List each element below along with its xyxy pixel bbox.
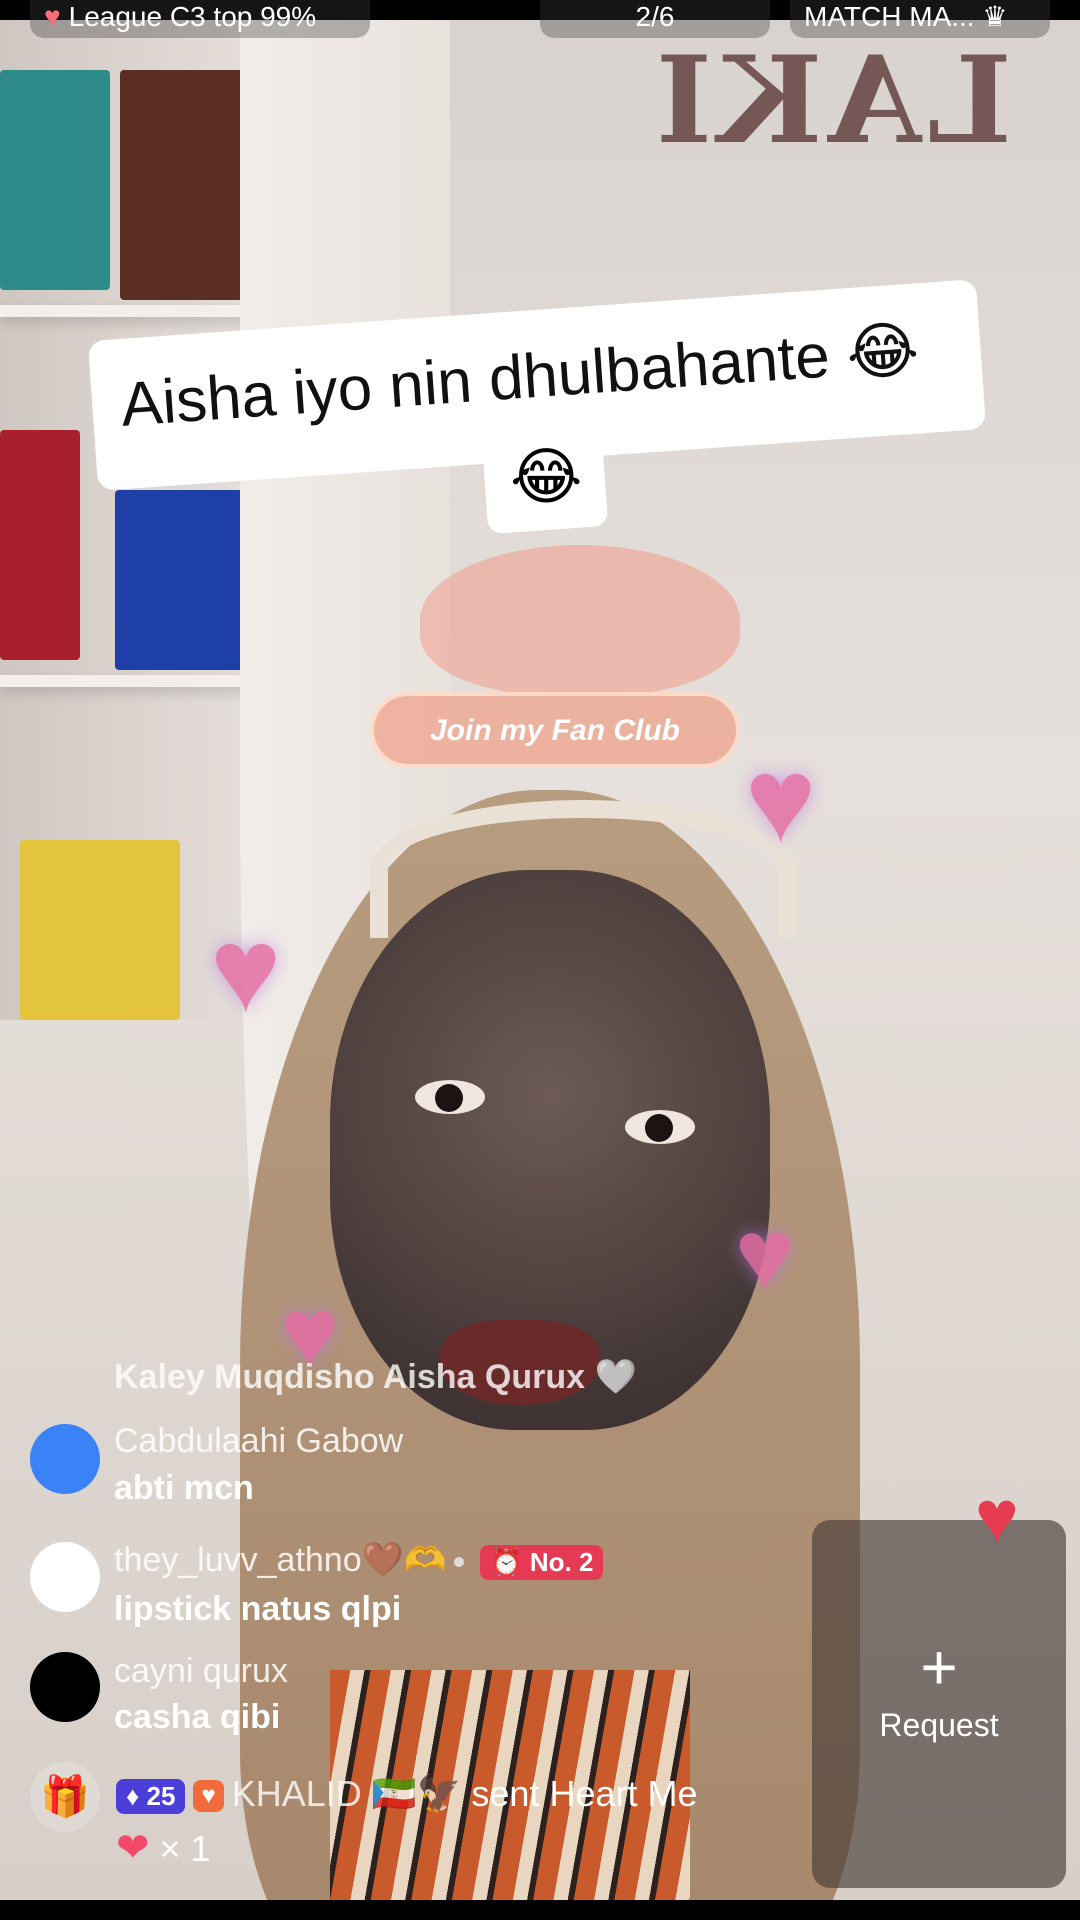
join-fan-club-button[interactable]: Join my Fan Club	[370, 692, 740, 768]
rank-pill[interactable]: 2/6	[540, 0, 770, 38]
avatar[interactable]	[30, 1652, 100, 1722]
background-sign: LAKI	[650, 30, 1012, 171]
separator-dot	[454, 1557, 465, 1568]
alarm-icon: ⏰	[490, 1546, 523, 1577]
gift-count-row: ❤ × 1	[116, 1825, 211, 1871]
gift-username[interactable]: KHALID 🇬🇶🦅	[232, 1773, 462, 1814]
comment-username-row[interactable]: they_luvv_athno🤎🫶 ⏰ No. 2	[114, 1540, 604, 1580]
request-panel[interactable]	[812, 1520, 1066, 1888]
shelf	[0, 675, 270, 687]
perfume-box	[20, 840, 180, 1020]
fan-club-mascot-icon	[420, 545, 740, 695]
person-eye	[625, 1110, 695, 1144]
comment-message: lipstick natus qlpi	[114, 1590, 402, 1628]
heart-gift-icon: ❤	[116, 1826, 150, 1870]
gift-count: × 1	[159, 1828, 211, 1869]
perfume-box	[120, 70, 250, 300]
league-heart-icon: ♥	[44, 1, 61, 32]
floating-heart-icon: ♥	[210, 903, 282, 1037]
perfume-box	[115, 490, 255, 670]
gift-icon[interactable]: 🎁	[30, 1762, 100, 1832]
perfume-box	[0, 430, 80, 660]
gift-action: sent Heart Me	[471, 1773, 698, 1814]
shelf	[0, 305, 270, 317]
comment-plain: Kaley Muqdisho Aisha Qurux 🤍	[114, 1358, 637, 1396]
floating-heart-icon: ♥	[735, 1199, 795, 1311]
match-pill[interactable]: MATCH MA... ♛	[790, 0, 1050, 38]
gift-message: ♦ 25 ♥ KHALID 🇬🇶🦅 sent Heart Me	[116, 1773, 698, 1815]
heart-icon[interactable]: ♥	[975, 1480, 1019, 1554]
plus-icon[interactable]: +	[912, 1630, 966, 1704]
floating-heart-icon: ♥	[745, 733, 817, 867]
avatar[interactable]	[30, 1424, 100, 1494]
avatar[interactable]	[30, 1542, 100, 1612]
comment-username[interactable]: Cabdulaahi Gabow	[114, 1422, 403, 1461]
comment-username[interactable]: they_luvv_athno🤎🫶	[114, 1541, 446, 1579]
fan-heart-badge-icon: ♥	[193, 1780, 224, 1813]
caption-emoji: 😂	[510, 443, 583, 512]
league-pill[interactable]: ♥ League C3 top 99%	[30, 0, 370, 38]
crown-icon: ♛	[982, 1, 1008, 32]
diamond-icon: ♦	[126, 1780, 140, 1811]
perfume-box	[0, 70, 110, 290]
comment-message: abti mcn	[114, 1469, 254, 1507]
person-eye	[415, 1080, 485, 1114]
level-badge: ♦ 25	[116, 1778, 186, 1814]
request-label[interactable]: Request	[812, 1707, 1066, 1744]
comment-username[interactable]: cayni qurux	[114, 1652, 288, 1691]
comment-message: casha qibi	[114, 1698, 281, 1736]
rank-badge: ⏰ No. 2	[480, 1544, 604, 1580]
